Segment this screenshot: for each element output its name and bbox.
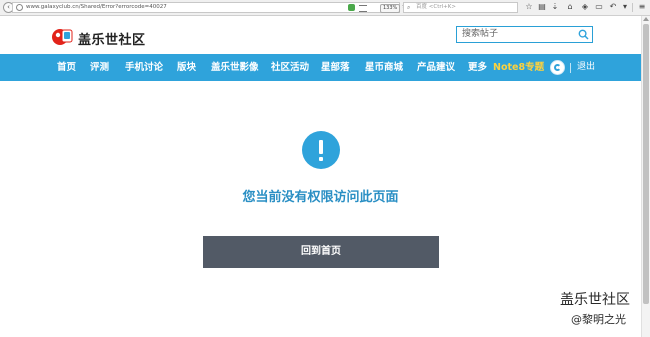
error-message: 您当前没有权限访问此页面: [242, 190, 399, 205]
browser-search-placeholder[interactable]: 百度 <Ctrl+K>: [416, 3, 456, 12]
logo-icon[interactable]: [51, 26, 73, 48]
avatar[interactable]: [550, 60, 565, 75]
search-input[interactable]: 搜索帖子: [456, 26, 593, 43]
address-url[interactable]: www.galaxyclub.cn/Shared/Error?errorcode…: [26, 3, 167, 12]
nav-item-product-suggestions[interactable]: 产品建议: [417, 54, 455, 81]
nav-item-boards[interactable]: 版块: [177, 54, 196, 81]
alert-dot: [319, 157, 323, 161]
alert-bar: [319, 140, 323, 154]
nav-item-note8[interactable]: Note8专题: [493, 54, 544, 81]
browser-toolbar: ‹ www.galaxyclub.cn/Shared/Error?errorco…: [0, 0, 650, 16]
toolbar-separator: [632, 3, 633, 12]
dropdown-icon[interactable]: ▾: [620, 2, 630, 12]
nav-item-reviews[interactable]: 评测: [90, 54, 109, 81]
logo-text[interactable]: 盖乐世社区: [78, 29, 146, 48]
search-placeholder[interactable]: 搜索帖子: [462, 27, 498, 42]
nav-divider: [570, 63, 571, 73]
shield-icon[interactable]: [348, 4, 355, 11]
page-scrollbar[interactable]: [641, 16, 650, 337]
logout-link[interactable]: 退出: [577, 54, 595, 81]
search-engine-icon: ⌕: [407, 4, 411, 11]
avatar-logo-icon: [554, 64, 561, 71]
nav-item-coin-mall[interactable]: 星币商城: [365, 54, 403, 81]
back-home-button[interactable]: 回到首页: [203, 236, 439, 268]
menu-icon[interactable]: ≡: [637, 2, 647, 12]
reader-view-icon[interactable]: [359, 5, 367, 12]
browser-search-box[interactable]: ⌕ 百度 <Ctrl+K>: [403, 2, 518, 13]
bookmark-star-icon[interactable]: ☆: [524, 2, 534, 12]
watermark-title: 盖乐世社区: [560, 292, 630, 308]
nav-item-star-tribe[interactable]: 星部落: [321, 54, 350, 81]
home-icon[interactable]: ⌂: [565, 2, 575, 12]
site-header: 盖乐世社区 搜索帖子: [0, 16, 641, 54]
nav-item-home[interactable]: 首页: [57, 54, 76, 81]
address-bar[interactable]: www.galaxyclub.cn/Shared/Error?errorcode…: [12, 2, 408, 13]
scroll-thumb[interactable]: [643, 24, 649, 304]
nav-item-community-events[interactable]: 社区活动: [271, 54, 309, 81]
watermark-subtitle: @黎明之光: [571, 313, 626, 326]
chat-icon[interactable]: ▭: [594, 2, 604, 12]
scroll-up-icon[interactable]: [643, 17, 649, 21]
reading-list-icon[interactable]: ▤: [537, 2, 547, 12]
main-nav: 首页 评测 手机讨论 版块 盖乐世影像 社区活动 星部落 星币商城 产品建议 更…: [0, 54, 641, 81]
nav-item-more[interactable]: 更多: [468, 54, 487, 81]
zoom-level[interactable]: 133%: [380, 4, 401, 13]
alert-icon: [302, 131, 340, 169]
nav-item-galaxy-photos[interactable]: 盖乐世影像: [211, 54, 259, 81]
search-icon[interactable]: [578, 29, 589, 40]
nav-item-phone-discussion[interactable]: 手机讨论: [125, 54, 163, 81]
download-icon[interactable]: ⇣: [550, 2, 560, 12]
site-info-icon[interactable]: [16, 4, 23, 11]
undo-icon[interactable]: ↶: [608, 2, 618, 12]
pocket-icon[interactable]: ◈: [580, 2, 590, 12]
